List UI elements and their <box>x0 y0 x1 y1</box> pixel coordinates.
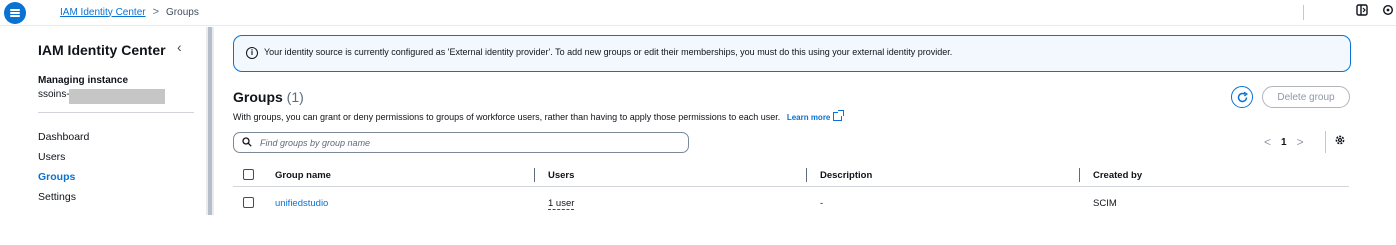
table-row[interactable]: unifiedstudio 1 user - SCIM <box>233 187 1349 215</box>
toolbar-divider <box>1303 5 1304 20</box>
delete-group-button[interactable]: Delete group <box>1262 86 1350 108</box>
page-title: Groups (1) <box>233 89 304 105</box>
banner-text: Your identity source is currently config… <box>264 47 953 57</box>
pagination: < 1 > <box>1264 135 1304 149</box>
sidebar-item-settings[interactable]: Settings <box>38 190 89 210</box>
group-description: - <box>820 198 824 209</box>
groups-count: (1) <box>286 89 304 105</box>
sidebar-nav-list: Dashboard Users Groups Settings <box>38 130 89 210</box>
column-header-users[interactable]: Users <box>548 170 574 181</box>
refresh-icon <box>1237 91 1248 102</box>
column-header-description[interactable]: Description <box>820 170 872 181</box>
external-link-icon[interactable] <box>833 110 845 121</box>
chevron-left-icon[interactable]: < <box>1264 135 1271 149</box>
table-preferences-icon[interactable] <box>1334 134 1346 149</box>
info-banner: i Your identity source is currently conf… <box>233 35 1351 72</box>
sidebar-item-users[interactable]: Users <box>38 150 89 170</box>
chevron-right-icon: > <box>152 6 160 18</box>
groups-description: With groups, you can grant or deny permi… <box>233 110 845 122</box>
managing-instance-value: ssoins- <box>38 89 70 100</box>
sidebar-title: IAM Identity Center <box>38 42 166 58</box>
group-name-link[interactable]: unifiedstudio <box>275 198 328 209</box>
column-resizer[interactable] <box>1079 168 1080 182</box>
menu-icon[interactable] <box>4 2 26 24</box>
pagination-divider <box>1325 131 1326 153</box>
managing-instance-label: Managing instance <box>38 75 129 86</box>
chevron-left-icon[interactable]: ‹ <box>177 39 182 55</box>
redacted-instance-id <box>69 89 165 104</box>
sidebar-resize-handle[interactable] <box>208 27 212 215</box>
table-header: Group name Users Description Created by <box>233 165 1349 187</box>
sidebar-divider <box>38 112 194 113</box>
column-resizer[interactable] <box>806 168 807 182</box>
sidebar-item-dashboard[interactable]: Dashboard <box>38 130 89 150</box>
refresh-button[interactable] <box>1231 86 1253 108</box>
column-header-group-name[interactable]: Group name <box>275 170 331 181</box>
search-input[interactable] <box>260 136 680 150</box>
chevron-right-icon[interactable]: > <box>1297 135 1304 149</box>
column-resizer[interactable] <box>534 168 535 182</box>
groups-table: Group name Users Description Created by … <box>233 165 1349 215</box>
breadcrumb: IAM Identity Center > Groups <box>60 6 199 18</box>
search-box <box>233 132 689 153</box>
side-navigation: IAM Identity Center ‹ Managing instance … <box>0 27 206 245</box>
split-panel-icon[interactable] <box>1356 4 1368 19</box>
group-created-by: SCIM <box>1093 198 1117 209</box>
breadcrumb-link-iam-identity-center[interactable]: IAM Identity Center <box>60 7 146 18</box>
search-icon <box>242 137 252 147</box>
groups-description-text: With groups, you can grant or deny permi… <box>233 112 781 122</box>
settings-cog-icon[interactable] <box>1382 4 1394 19</box>
column-header-created-by[interactable]: Created by <box>1093 170 1142 181</box>
groups-title-text: Groups <box>233 89 283 105</box>
sidebar-item-groups[interactable]: Groups <box>38 170 89 190</box>
select-all-checkbox[interactable] <box>243 169 254 180</box>
top-navigation-bar: IAM Identity Center > Groups <box>0 0 1396 26</box>
info-icon: i <box>246 47 258 59</box>
users-count[interactable]: 1 user <box>548 198 575 210</box>
top-utility-icons <box>1356 4 1394 19</box>
breadcrumb-current: Groups <box>166 6 199 18</box>
learn-more-link[interactable]: Learn more <box>787 113 831 122</box>
page-number[interactable]: 1 <box>1281 137 1287 148</box>
row-checkbox[interactable] <box>243 197 254 208</box>
